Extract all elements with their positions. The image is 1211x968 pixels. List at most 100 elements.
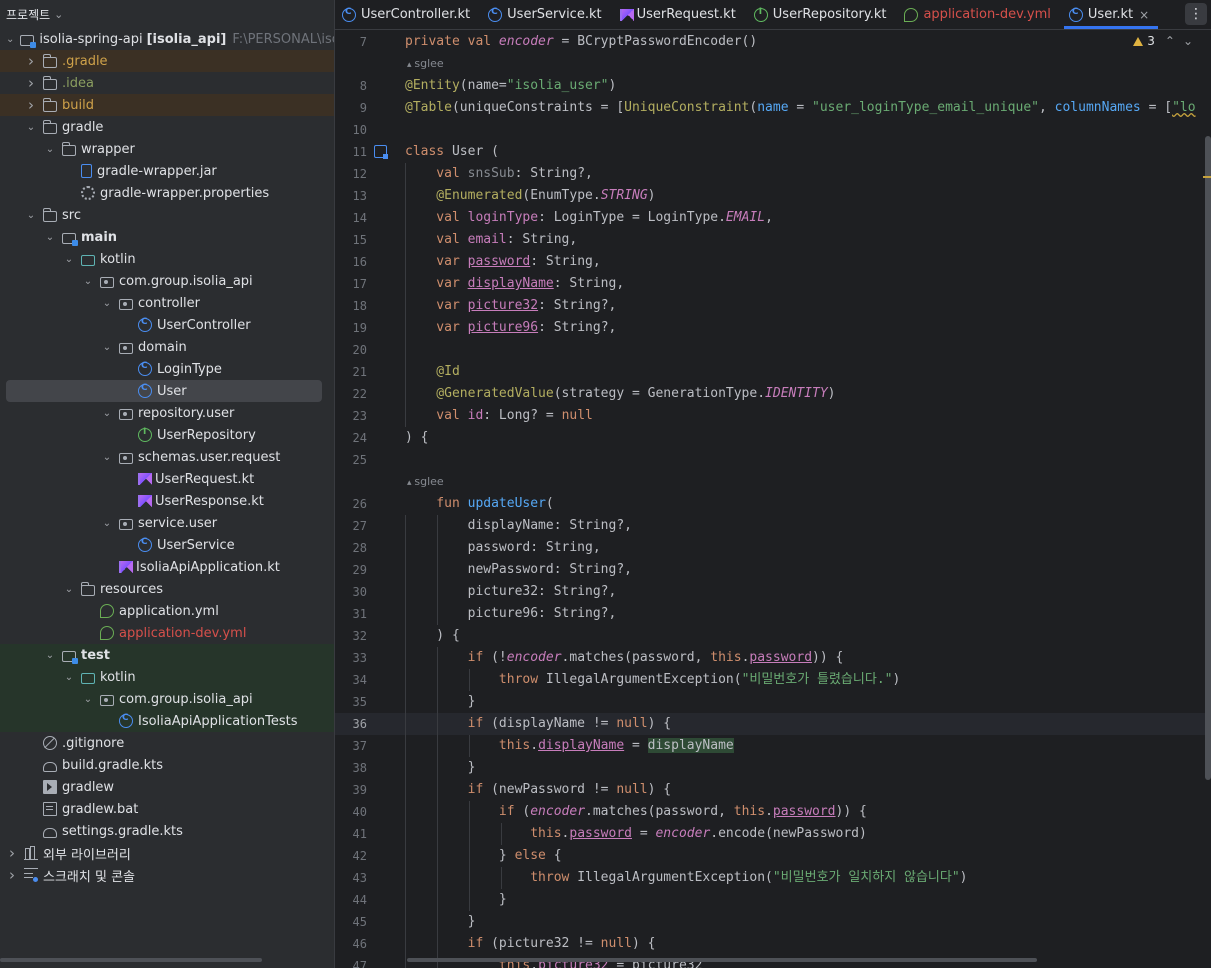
code-line[interactable]: 17 var displayName: String, xyxy=(335,273,1211,295)
chevron-down-icon[interactable]: ⌄ xyxy=(54,8,63,21)
editor-vertical-scrollbar[interactable] xyxy=(1205,136,1211,780)
code-line[interactable]: 42 } else { xyxy=(335,845,1211,867)
project-panel-title[interactable]: 프로젝트 xyxy=(6,6,50,23)
tree-item[interactable]: ⌄ domain xyxy=(0,336,334,358)
code-line[interactable]: 31 picture96: String?, xyxy=(335,603,1211,625)
code-line[interactable]: 44 } xyxy=(335,889,1211,911)
editor-tab[interactable]: UserController.kt xyxy=(335,0,481,29)
editor-tab[interactable]: UserRepository.kt xyxy=(747,0,898,29)
tree-item[interactable]: ⌄ src xyxy=(0,204,334,226)
code-line[interactable]: 46 if (picture32 != null) { xyxy=(335,933,1211,955)
tree-item[interactable]: › 스크래치 및 콘솔 xyxy=(0,864,334,886)
chevron-down-icon[interactable]: ⌄ xyxy=(25,122,37,133)
more-tabs-icon[interactable]: ⋮ xyxy=(1185,3,1207,25)
code-line[interactable]: 9 @Table(uniqueConstraints = [UniqueConst… xyxy=(335,97,1211,119)
chevron-right-icon[interactable]: › xyxy=(25,96,37,114)
project-horizontal-scrollbar[interactable] xyxy=(0,958,262,962)
code-line[interactable]: 37 this.displayName = displayName xyxy=(335,735,1211,757)
tree-item[interactable]: ⌄ resources xyxy=(0,578,334,600)
chevron-down-icon[interactable]: ⌄ xyxy=(82,276,94,287)
code-line[interactable]: 36 if (displayName != null) { xyxy=(335,713,1211,735)
tree-item[interactable]: ⌄ gradle xyxy=(0,116,334,138)
code-line[interactable]: 38 } xyxy=(335,757,1211,779)
tree-item[interactable]: ›LoginType xyxy=(0,358,334,380)
chevron-down-icon[interactable]: ⌄ xyxy=(82,694,94,705)
code-line[interactable]: 19 var picture96: String?, xyxy=(335,317,1211,339)
code-line[interactable]: 20 xyxy=(335,339,1211,361)
code-line[interactable]: 41 this.password = encoder.encode(newPas… xyxy=(335,823,1211,845)
code-line[interactable]: 11 class User ( xyxy=(335,141,1211,163)
tree-item[interactable]: ›gradle-wrapper.properties xyxy=(0,182,334,204)
editor-tab[interactable]: UserService.kt xyxy=(481,0,612,29)
chevron-down-icon[interactable]: ⌄ xyxy=(44,144,56,155)
tree-item[interactable]: ›UserService xyxy=(0,534,334,556)
chevron-right-icon[interactable]: › xyxy=(25,74,37,92)
tree-item[interactable]: ⌄ repository.user xyxy=(0,402,334,424)
code-line[interactable]: 7 private val encoder = BCryptPasswordEnc… xyxy=(335,31,1211,53)
tree-item[interactable]: ⌄ service.user xyxy=(0,512,334,534)
chevron-down-icon[interactable]: ⌄ xyxy=(101,298,113,309)
project-panel-header[interactable]: 프로젝트 ⌄ xyxy=(0,0,334,28)
chevron-right-icon[interactable]: › xyxy=(6,866,18,884)
code-line[interactable]: 13 @Enumerated(EnumType.STRING) xyxy=(335,185,1211,207)
tree-item[interactable]: ›application.yml xyxy=(0,600,334,622)
chevron-down-icon[interactable]: ⌄ xyxy=(101,408,113,419)
code-line[interactable]: 40 if (encoder.matches(password, this.pa… xyxy=(335,801,1211,823)
code-line[interactable]: 21 @Id xyxy=(335,361,1211,383)
chevron-down-icon[interactable]: ⌄ xyxy=(6,34,14,45)
tree-item[interactable]: ›build.gradle.kts xyxy=(0,754,334,776)
code-line[interactable]: 27 displayName: String?, xyxy=(335,515,1211,537)
code-line[interactable]: 14 val loginType: LoginType = LoginType.… xyxy=(335,207,1211,229)
chevron-down-icon[interactable]: ⌄ xyxy=(101,452,113,463)
code-line[interactable]: 8 @Entity(name="isolia_user") xyxy=(335,75,1211,97)
tree-item[interactable]: ›application-dev.yml xyxy=(0,622,334,644)
tree-item[interactable]: › 외부 라이브러리 xyxy=(0,842,334,864)
inspection-widget[interactable]: 3 ⌃⌄ xyxy=(1127,34,1201,48)
tree-item[interactable]: ›gradlew.bat xyxy=(0,798,334,820)
code-line[interactable]: 25 xyxy=(335,449,1211,471)
tree-item[interactable]: ›gradle-wrapper.jar xyxy=(0,160,334,182)
tree-item[interactable]: ›UserRequest.kt xyxy=(0,468,334,490)
code-line[interactable]: 29 newPassword: String?, xyxy=(335,559,1211,581)
tree-item[interactable]: ›UserController xyxy=(0,314,334,336)
warning-stripe-marker[interactable] xyxy=(1203,176,1211,178)
code-line[interactable]: 35 } xyxy=(335,691,1211,713)
close-icon[interactable]: × xyxy=(1139,8,1149,22)
code-line[interactable]: 22 @GeneratedValue(strategy = Generation… xyxy=(335,383,1211,405)
chevron-down-icon[interactable]: ⌄ xyxy=(25,210,37,221)
code-line[interactable]: 32 ) { xyxy=(335,625,1211,647)
editor-tab[interactable]: User.kt × xyxy=(1062,0,1160,29)
tree-item[interactable]: ⌄ com.group.isolia_api xyxy=(0,688,334,710)
tree-item[interactable]: ›IsoliaApiApplicationTests xyxy=(0,710,334,732)
editor-tab[interactable]: application-dev.yml xyxy=(897,0,1061,29)
author-hint[interactable]: ▴ sglee xyxy=(335,53,1211,75)
code-line[interactable]: 24) { xyxy=(335,427,1211,449)
tree-item[interactable]: › build xyxy=(0,94,334,116)
code-line[interactable]: 30 picture32: String?, xyxy=(335,581,1211,603)
code-line[interactable]: 26 fun updateUser( xyxy=(335,493,1211,515)
tree-item[interactable]: ›gradlew xyxy=(0,776,334,798)
tree-item[interactable]: ›User xyxy=(0,380,334,402)
chevron-down-icon[interactable]: ⌄ xyxy=(44,232,56,243)
tree-item[interactable]: ⌄ test xyxy=(0,644,334,666)
tree-item[interactable]: ⌄ isolia-spring-api [isolia_api] F:\PERSONA… xyxy=(0,28,334,50)
code-line[interactable]: 12 val snsSub: String?, xyxy=(335,163,1211,185)
chevron-right-icon[interactable]: › xyxy=(25,52,37,70)
code-line[interactable]: 18 var picture32: String?, xyxy=(335,295,1211,317)
chevron-right-icon[interactable]: › xyxy=(6,844,18,862)
code-line[interactable]: 28 password: String, xyxy=(335,537,1211,559)
chevron-down-icon[interactable]: ⌄ xyxy=(63,254,75,265)
chevron-down-icon[interactable]: ⌄ xyxy=(101,342,113,353)
tree-item[interactable]: ⌄ schemas.user.request xyxy=(0,446,334,468)
code-line[interactable]: 10 xyxy=(335,119,1211,141)
tree-item[interactable]: ›.gitignore xyxy=(0,732,334,754)
tree-item[interactable]: ⌄ kotlin xyxy=(0,248,334,270)
code-editor[interactable]: 7 private val encoder = BCryptPasswordEnc… xyxy=(335,31,1211,968)
chevron-down-icon[interactable]: ⌄ xyxy=(44,650,56,661)
entity-gutter-icon[interactable] xyxy=(374,145,388,159)
code-line[interactable]: 23 val id: Long? = null xyxy=(335,405,1211,427)
editor-tab[interactable]: UserRequest.kt xyxy=(613,0,747,29)
code-line[interactable]: 45 } xyxy=(335,911,1211,933)
code-line[interactable]: 33 if (!encoder.matches(password, this.p… xyxy=(335,647,1211,669)
tree-item[interactable]: ⌄ wrapper xyxy=(0,138,334,160)
